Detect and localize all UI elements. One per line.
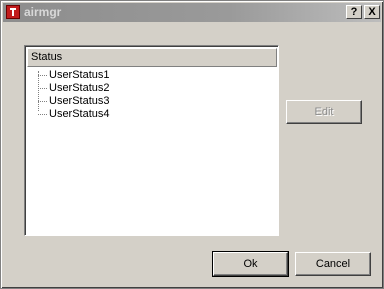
ok-button[interactable]: Ok <box>212 251 289 277</box>
cancel-button[interactable]: Cancel <box>295 252 371 276</box>
tree-branch-line <box>38 88 47 89</box>
tree-item-userstatus4[interactable]: UserStatus4 <box>49 108 110 121</box>
tree-item-userstatus3[interactable]: UserStatus3 <box>49 95 110 108</box>
window-title: airmgr <box>24 5 62 19</box>
tree-branch-line <box>38 75 47 76</box>
title-bar[interactable]: airmgr ? X <box>3 3 381 22</box>
dialog-window: airmgr ? X Status UserStatus1 UserStatus… <box>0 0 384 289</box>
tree-column-header[interactable]: Status <box>27 48 277 67</box>
tree-branch-line <box>38 101 47 102</box>
tree-branch-line <box>38 114 47 115</box>
tree-connector-line <box>38 71 39 111</box>
tree-list[interactable]: UserStatus1 UserStatus2 UserStatus3 User… <box>27 68 277 234</box>
app-icon <box>6 5 20 19</box>
edit-button[interactable]: Edit <box>286 100 362 124</box>
close-button[interactable]: X <box>364 5 380 19</box>
status-tree[interactable]: Status UserStatus1 UserStatus2 UserStatu… <box>24 45 279 236</box>
tree-item-userstatus2[interactable]: UserStatus2 <box>49 82 110 95</box>
help-button[interactable]: ? <box>346 5 362 19</box>
tree-item-userstatus1[interactable]: UserStatus1 <box>49 69 110 82</box>
